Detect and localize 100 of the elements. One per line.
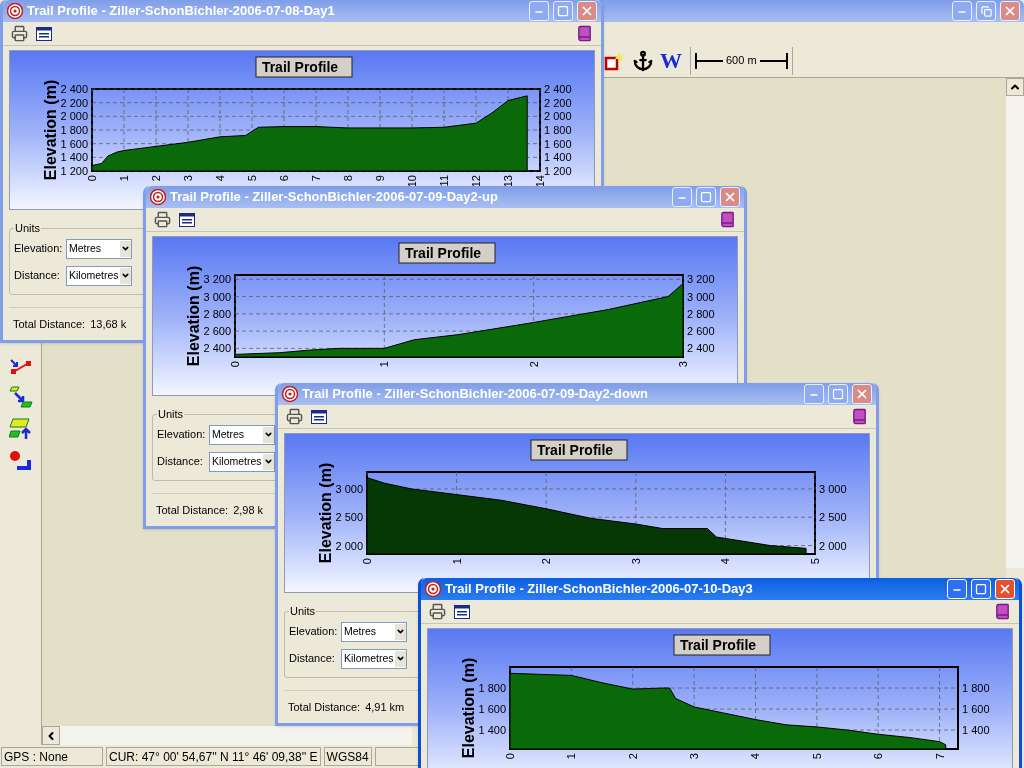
tick-label: 1 800 [962, 682, 990, 695]
close-button[interactable] [1000, 1, 1020, 21]
status-field: CUR: 47° 00' 54,67'' N 11° 46' 09,38'' E [106, 747, 321, 766]
total-distance: 2,98 k [233, 502, 264, 518]
tick-label: 6 [872, 753, 885, 760]
field-label: Distance: [157, 454, 204, 470]
caret-icon [264, 430, 273, 439]
group-label: Units [157, 407, 185, 422]
layers-arrow-icon[interactable] [8, 386, 33, 408]
chart-title: Trail Profile [673, 634, 771, 656]
tick-label: 3 000 [687, 290, 715, 303]
properties-icon[interactable] [36, 26, 52, 41]
distance-dropdown[interactable]: Kilometres [209, 451, 275, 472]
tick-label: 1 [565, 753, 578, 760]
window-title: Trail Profile - Ziller-SchonBichler-2006-07-08-Day1 [27, 2, 335, 21]
print-icon[interactable] [286, 408, 303, 425]
status-field: GPS : None [1, 747, 103, 766]
tick-label: 1 [118, 175, 130, 182]
node-link-icon[interactable] [8, 358, 33, 376]
elevation-dropdown[interactable]: Metres [209, 424, 275, 445]
tick-label: 1 200 [544, 165, 572, 177]
tick-label: 2 400 [687, 342, 715, 355]
window-title: Trail Profile - Ziller-SchonBichler-2006-07-10-Day3 [445, 580, 753, 599]
field-label: Total Distance: [156, 502, 229, 518]
field-label: Elevation: [289, 624, 338, 640]
print-icon[interactable] [429, 603, 446, 620]
print-icon[interactable] [11, 25, 28, 42]
tick-label: 7 [310, 175, 322, 182]
field-label: Total Distance: [288, 699, 361, 715]
elevation-dropdown[interactable]: Metres [66, 238, 132, 259]
window-title: Trail Profile - Ziller-SchonBichler-2006-07-09-Day2-down [302, 385, 649, 404]
close-icon [855, 387, 869, 401]
anchor-icon[interactable] [632, 49, 654, 72]
elevation-dropdown[interactable]: Metres [341, 621, 407, 642]
tick-label: 2 [527, 361, 540, 368]
tick-label: 3 [677, 361, 689, 368]
group-label: Units [289, 604, 317, 619]
distance-dropdown[interactable]: Kilometres [341, 648, 407, 669]
tick-label: 2 400 [544, 83, 572, 95]
tick-label: 1 800 [60, 124, 88, 136]
maximize-icon [700, 191, 712, 203]
layers-up-icon[interactable] [8, 418, 33, 440]
tick-label: 3 000 [335, 482, 363, 495]
horizontal-scrollbar[interactable] [42, 726, 412, 745]
field-label: Elevation: [157, 427, 206, 443]
tick-label: 7 [933, 753, 946, 760]
chart-title: Trail Profile [261, 59, 339, 75]
tick-label: 1 800 [544, 124, 572, 136]
scroll-left-button[interactable] [42, 726, 60, 745]
help-book-icon[interactable] [576, 25, 593, 42]
caret-icon [396, 654, 405, 663]
chart-title: Trail Profile [679, 637, 757, 653]
status-field: WGS84 [323, 747, 372, 766]
tick-label: 2 800 [687, 307, 715, 320]
maximize-icon [832, 388, 844, 400]
axis-label: Elevation (m) [42, 79, 59, 181]
distance-dropdown[interactable]: Kilometres [66, 265, 132, 286]
tick-label: 2 [150, 175, 162, 182]
caret-icon [121, 244, 130, 253]
tick-label: 1 800 [478, 682, 506, 695]
total-distance: 13,68 k [90, 316, 127, 332]
tick-label: 2 500 [819, 511, 847, 524]
tick-label: 3 [629, 558, 642, 565]
tick-label: 3 000 [819, 482, 847, 495]
tick-label: 2 400 [203, 342, 231, 355]
tick-label: 2 200 [544, 96, 572, 109]
vertical-scrollbar[interactable] [1006, 78, 1024, 568]
print-icon[interactable] [154, 211, 171, 228]
field-label: Distance: [289, 651, 336, 667]
tick-label: 4 [719, 558, 732, 565]
w-tool-button[interactable]: W [660, 49, 682, 72]
tick-label: 13 [502, 175, 514, 188]
tick-label: 5 [246, 175, 258, 182]
tick-label: 1 600 [544, 137, 572, 150]
tick-label: 1 200 [60, 165, 88, 177]
tick-label: 1 400 [60, 151, 88, 164]
tick-label: 5 [809, 558, 821, 565]
caret-icon [264, 457, 273, 466]
tick-label: 2 500 [335, 511, 363, 524]
maximize-icon [975, 583, 987, 595]
tick-label: 2 000 [335, 539, 363, 552]
group-label: Units [14, 221, 42, 236]
close-icon [1003, 4, 1017, 18]
help-book-icon[interactable] [719, 211, 736, 228]
scroll-up-button[interactable] [1006, 78, 1024, 96]
field-label: Elevation: [14, 241, 63, 257]
tick-label: 14 [534, 175, 546, 188]
properties-icon[interactable] [179, 212, 195, 227]
caret-icon [121, 271, 130, 280]
tick-label: 1 600 [60, 137, 88, 150]
field-label: Distance: [14, 268, 61, 284]
tick-label: 4 [749, 753, 762, 760]
help-book-icon[interactable] [994, 603, 1011, 620]
properties-icon[interactable] [311, 409, 327, 424]
tick-label: 2 000 [819, 539, 847, 552]
properties-icon[interactable] [454, 604, 470, 619]
target-icon [282, 386, 298, 402]
help-book-icon[interactable] [851, 408, 868, 425]
tick-label: 5 [810, 753, 823, 760]
target-icon [7, 3, 23, 19]
